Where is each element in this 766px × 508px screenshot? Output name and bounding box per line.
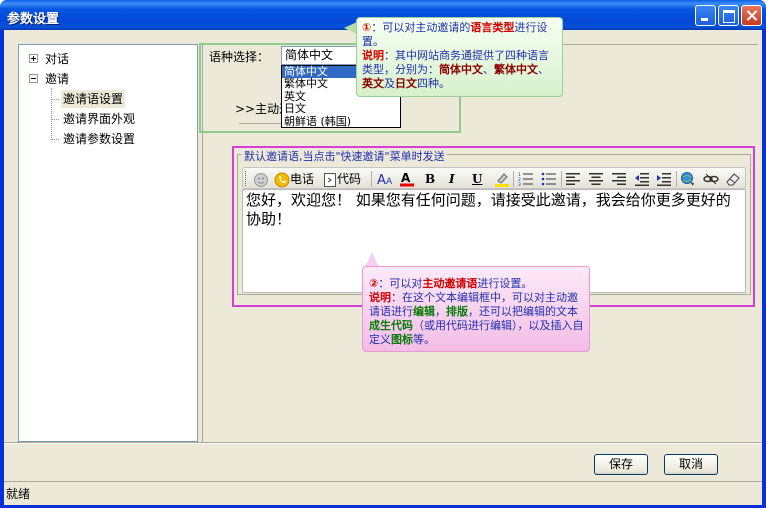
window-title: 参数设置 [7,12,60,27]
svg-text:A: A [401,171,411,185]
insert-link-icon[interactable] [680,171,696,187]
toolbar-separator [513,171,514,187]
tooltip-text: 、 [538,63,549,76]
ordered-list-icon[interactable]: 123 [518,171,534,188]
tooltip-pointer [365,252,379,267]
tree-item-invite-text[interactable]: 邀请语设置 [61,90,126,108]
tooltip-text: 、 [483,63,494,76]
tree-item-invite-appearance[interactable]: 邀请界面外观 [63,110,135,128]
tooltip-highlight: 编辑 [413,305,435,318]
tooltip-text: 及 [384,77,395,90]
font-size-icon[interactable]: AA [377,171,395,188]
italic-icon[interactable]: I [449,171,455,187]
minimize-button[interactable] [695,5,716,26]
tree-connector [51,139,59,140]
underline-icon[interactable]: U [472,171,482,187]
tree-item-label: 邀请参数设置 [63,132,136,146]
svg-text:3: 3 [518,182,521,187]
group-title: 默认邀请语,当点击"快速邀请"菜单时发送 [242,148,447,164]
tree-item-label: 邀请界面外观 [63,112,136,126]
tooltip-text: 进行设置。 [477,277,533,290]
tooltip-number: ① [362,21,372,34]
status-bar: 就绪 [4,481,762,505]
highlight-icon[interactable] [494,171,510,187]
tooltip-note-label: 说明 [369,291,391,304]
close-button[interactable] [741,5,762,26]
toolbar-separator [676,171,677,187]
language-type-tooltip: ①：可以对主动邀请的语言类型进行设置。 说明：其中网站商务通提供了四种语言类型，… [356,17,563,97]
remove-link-icon[interactable] [703,171,719,187]
tooltip-number: ② [369,277,379,290]
editor-toolbar: 电话 代码 AA A B I U 123 [242,167,746,189]
tooltip-text: ：可以对 [378,277,423,290]
tree-connector [51,119,59,120]
outdent-icon[interactable] [634,171,650,187]
tree-item-label: 邀请 [45,72,70,86]
cancel-button[interactable]: 取消 [664,454,718,475]
bottom-separator [4,442,762,444]
tooltip-language: 简体中文 [439,63,483,76]
indent-icon[interactable] [656,171,672,187]
tooltip-highlight: 语言类型 [470,21,515,34]
tooltip-highlight: 排版 [446,305,468,318]
bold-icon[interactable]: B [425,171,435,187]
tree-item-label: 邀请语设置 [63,92,124,106]
tree-connector [51,88,52,140]
maximize-button[interactable] [718,5,739,26]
phone-button[interactable]: 电话 [274,171,314,187]
invite-text-tooltip: ②：可以对主动邀请语进行设置。 说明：在这个文本编辑框中，可以对主动邀请语进行编… [362,266,590,352]
code-icon [324,172,336,187]
svg-text:A: A [377,173,386,187]
font-color-icon[interactable]: A [399,171,415,187]
tooltip-text: ，还可以把编辑的文本 [468,305,578,318]
svg-text:A: A [386,177,393,187]
tooltip-language: 繁体中文 [494,63,538,76]
tooltip-highlight: 主动邀请语 [422,277,478,290]
tooltip-language: 日文 [395,77,417,90]
tooltip-text: ：可以对主动邀请的 [371,21,471,34]
phone-label: 电话 [290,172,315,186]
align-right-icon[interactable] [611,171,627,187]
collapse-icon[interactable] [29,74,38,83]
settings-tree: 对话 邀请 邀请语设置 邀请界面外观 邀请参数设置 [18,44,198,442]
tree-item-label: 对话 [45,52,70,66]
tooltip-highlight: 图标 [391,333,413,346]
expand-icon[interactable] [29,54,38,63]
toolbar-grip[interactable] [245,171,248,186]
eraser-icon[interactable] [725,171,741,187]
toolbar-separator [371,171,372,187]
language-label: 语种选择： [209,50,270,64]
align-center-icon[interactable] [588,171,604,187]
tree-connector [51,99,59,100]
unordered-list-icon[interactable] [541,171,557,187]
save-button[interactable]: 保存 [594,454,648,475]
tooltip-text: 四种。 [417,77,450,90]
toolbar-separator [561,171,562,187]
tooltip-text: ， [435,305,446,318]
language-option[interactable]: 日文 [282,102,400,115]
tooltip-text: 等。 [413,333,435,346]
align-left-icon[interactable] [565,171,581,187]
tooltip-highlight: 成生代码 [369,319,413,332]
tooltip-note-label: 说明 [362,49,384,62]
code-label: 代码 [337,172,362,186]
code-button[interactable]: 代码 [323,171,361,187]
invite-text-content[interactable]: 您好，欢迎您！ 如果您有任何问题，请接受此邀请，我会给你更多更好的协助！ [246,191,742,229]
language-selected-value: 简体中文 [285,48,334,62]
emoticon-icon[interactable] [253,171,269,187]
tooltip-language: 英文 [362,77,384,90]
phone-icon [274,172,290,187]
language-option[interactable]: 朝鲜语 (韩国) [282,115,400,128]
status-text: 就绪 [6,487,31,501]
tree-item-invite-params[interactable]: 邀请参数设置 [63,130,135,148]
